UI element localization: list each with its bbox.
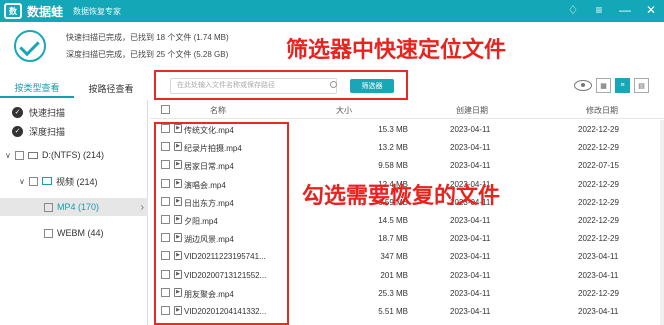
file-size: 14.5 MB: [378, 216, 408, 225]
logo-icon: 数: [4, 3, 22, 19]
grid-view-icon[interactable]: ▦: [596, 78, 611, 93]
chevron-right-icon: ›: [140, 201, 144, 213]
file-modified: 2022-12-29: [578, 234, 619, 244]
file-created: 2023-04-11: [450, 125, 491, 134]
menu-icon[interactable]: ≡: [592, 3, 606, 17]
file-created: 2023-04-11: [450, 307, 491, 316]
file-modified: 2022-12-29: [578, 125, 619, 134]
quick-scan-summary: 快速扫描已完成，已找到 18 个文件 (1.74 MB): [66, 33, 229, 42]
tree-panel: ✓ 快速扫描 ✓ 深度扫描 ∨ D:(NTFS) (214) ∨ 视频 (214) MP…: [0, 100, 148, 325]
title-bar: 数 数据蛙 数据恢复专家 ♢ ≡ — ✕: [0, 0, 664, 22]
file-created: 2023-04-11: [450, 234, 491, 244]
file-size: 13.2 MB: [378, 143, 408, 153]
view-tabs: 按类型查看 按路径查看: [0, 78, 148, 98]
tab-by-path[interactable]: 按路径查看: [74, 78, 148, 98]
column-created[interactable]: 创建日期: [456, 105, 488, 116]
checkbox[interactable]: [44, 202, 53, 212]
app-subtitle: 数据恢复专家: [73, 6, 122, 16]
file-created: 2023-04-11: [450, 161, 491, 171]
file-size: 15.3 MB: [378, 125, 408, 134]
select-all-checkbox[interactable]: [161, 105, 170, 114]
table-header: 名称 大小 创建日期 修改日期: [150, 101, 664, 119]
close-icon[interactable]: ✕: [644, 3, 658, 17]
drive-icon: [28, 151, 38, 159]
check-icon: ✓: [12, 125, 23, 137]
tree-quick-scan[interactable]: ✓ 快速扫描: [0, 103, 148, 121]
file-modified: 2023-04-11: [578, 252, 619, 262]
search-input[interactable]: 在此处输入文件名称或保存路径: [170, 78, 337, 94]
tree-webm[interactable]: WEBM (44): [0, 224, 148, 242]
file-modified: 2022-12-29: [578, 197, 619, 207]
file-modified: 2022-12-29: [578, 179, 619, 189]
file-created: 2023-04-11: [450, 143, 491, 153]
file-modified: 2022-12-29: [578, 288, 619, 298]
scrollbar[interactable]: [660, 120, 664, 325]
file-size: 347 MB: [380, 252, 408, 262]
filter-button[interactable]: 筛选器: [350, 79, 394, 93]
file-created: 2023-04-11: [450, 216, 491, 225]
file-size: 25.3 MB: [378, 288, 408, 298]
file-modified: 2023-04-11: [578, 307, 619, 316]
file-size: 5.51 MB: [378, 307, 408, 316]
tree-mp4[interactable]: MP4 (170) ›: [0, 198, 148, 216]
file-modified: 2023-04-11: [578, 270, 619, 280]
folder-icon: [42, 177, 52, 185]
app-name: 数据蛙: [27, 4, 64, 19]
file-modified: 2022-12-29: [578, 143, 619, 153]
annotation-filter: 筛选器中快速定位文件: [286, 38, 507, 63]
list-view-icon[interactable]: ≡: [615, 78, 630, 93]
filter-highlight-box: 在此处输入文件名称或保存路径 筛选器: [154, 70, 408, 100]
file-modified: 2022-07-15: [578, 161, 619, 171]
minimize-icon[interactable]: —: [618, 3, 632, 17]
file-highlight-box: [154, 122, 289, 325]
checkbox[interactable]: [29, 176, 38, 186]
preview-eye-icon[interactable]: [574, 80, 592, 91]
checkbox[interactable]: [15, 150, 24, 160]
search-icon[interactable]: [330, 81, 337, 88]
check-icon: ✓: [12, 106, 23, 118]
deep-scan-summary: 深度扫描已完成，已找到 25 个文件 (5.28 GB): [66, 50, 229, 59]
detail-view-icon[interactable]: ▤: [634, 78, 649, 93]
file-size: 18.7 MB: [378, 234, 408, 244]
file-created: 2023-04-11: [450, 288, 491, 298]
column-size[interactable]: 大小: [336, 105, 352, 116]
chevron-down-icon[interactable]: ∨: [5, 151, 15, 160]
file-size: 201 MB: [380, 270, 408, 280]
column-modified[interactable]: 修改日期: [586, 105, 618, 116]
file-created: 2023-04-11: [450, 252, 491, 262]
checkbox[interactable]: [44, 228, 53, 238]
tree-video[interactable]: ∨ 视频 (214): [0, 172, 148, 190]
complete-check-icon: [14, 30, 46, 62]
tree-deep-scan[interactable]: ✓ 深度扫描: [0, 122, 148, 140]
shirt-icon[interactable]: ♢: [566, 3, 580, 17]
annotation-select-files: 勾选需要恢复的文件: [302, 184, 501, 209]
file-created: 2023-04-11: [450, 270, 491, 280]
file-modified: 2022-12-29: [578, 216, 619, 225]
tree-drive-d[interactable]: ∨ D:(NTFS) (214): [0, 146, 148, 164]
view-tools: ▦ ≡ ▤: [574, 78, 649, 93]
column-name[interactable]: 名称: [210, 105, 226, 116]
tab-by-type[interactable]: 按类型查看: [0, 78, 74, 98]
chevron-down-icon[interactable]: ∨: [19, 177, 29, 186]
file-size: 9.58 MB: [378, 161, 408, 171]
